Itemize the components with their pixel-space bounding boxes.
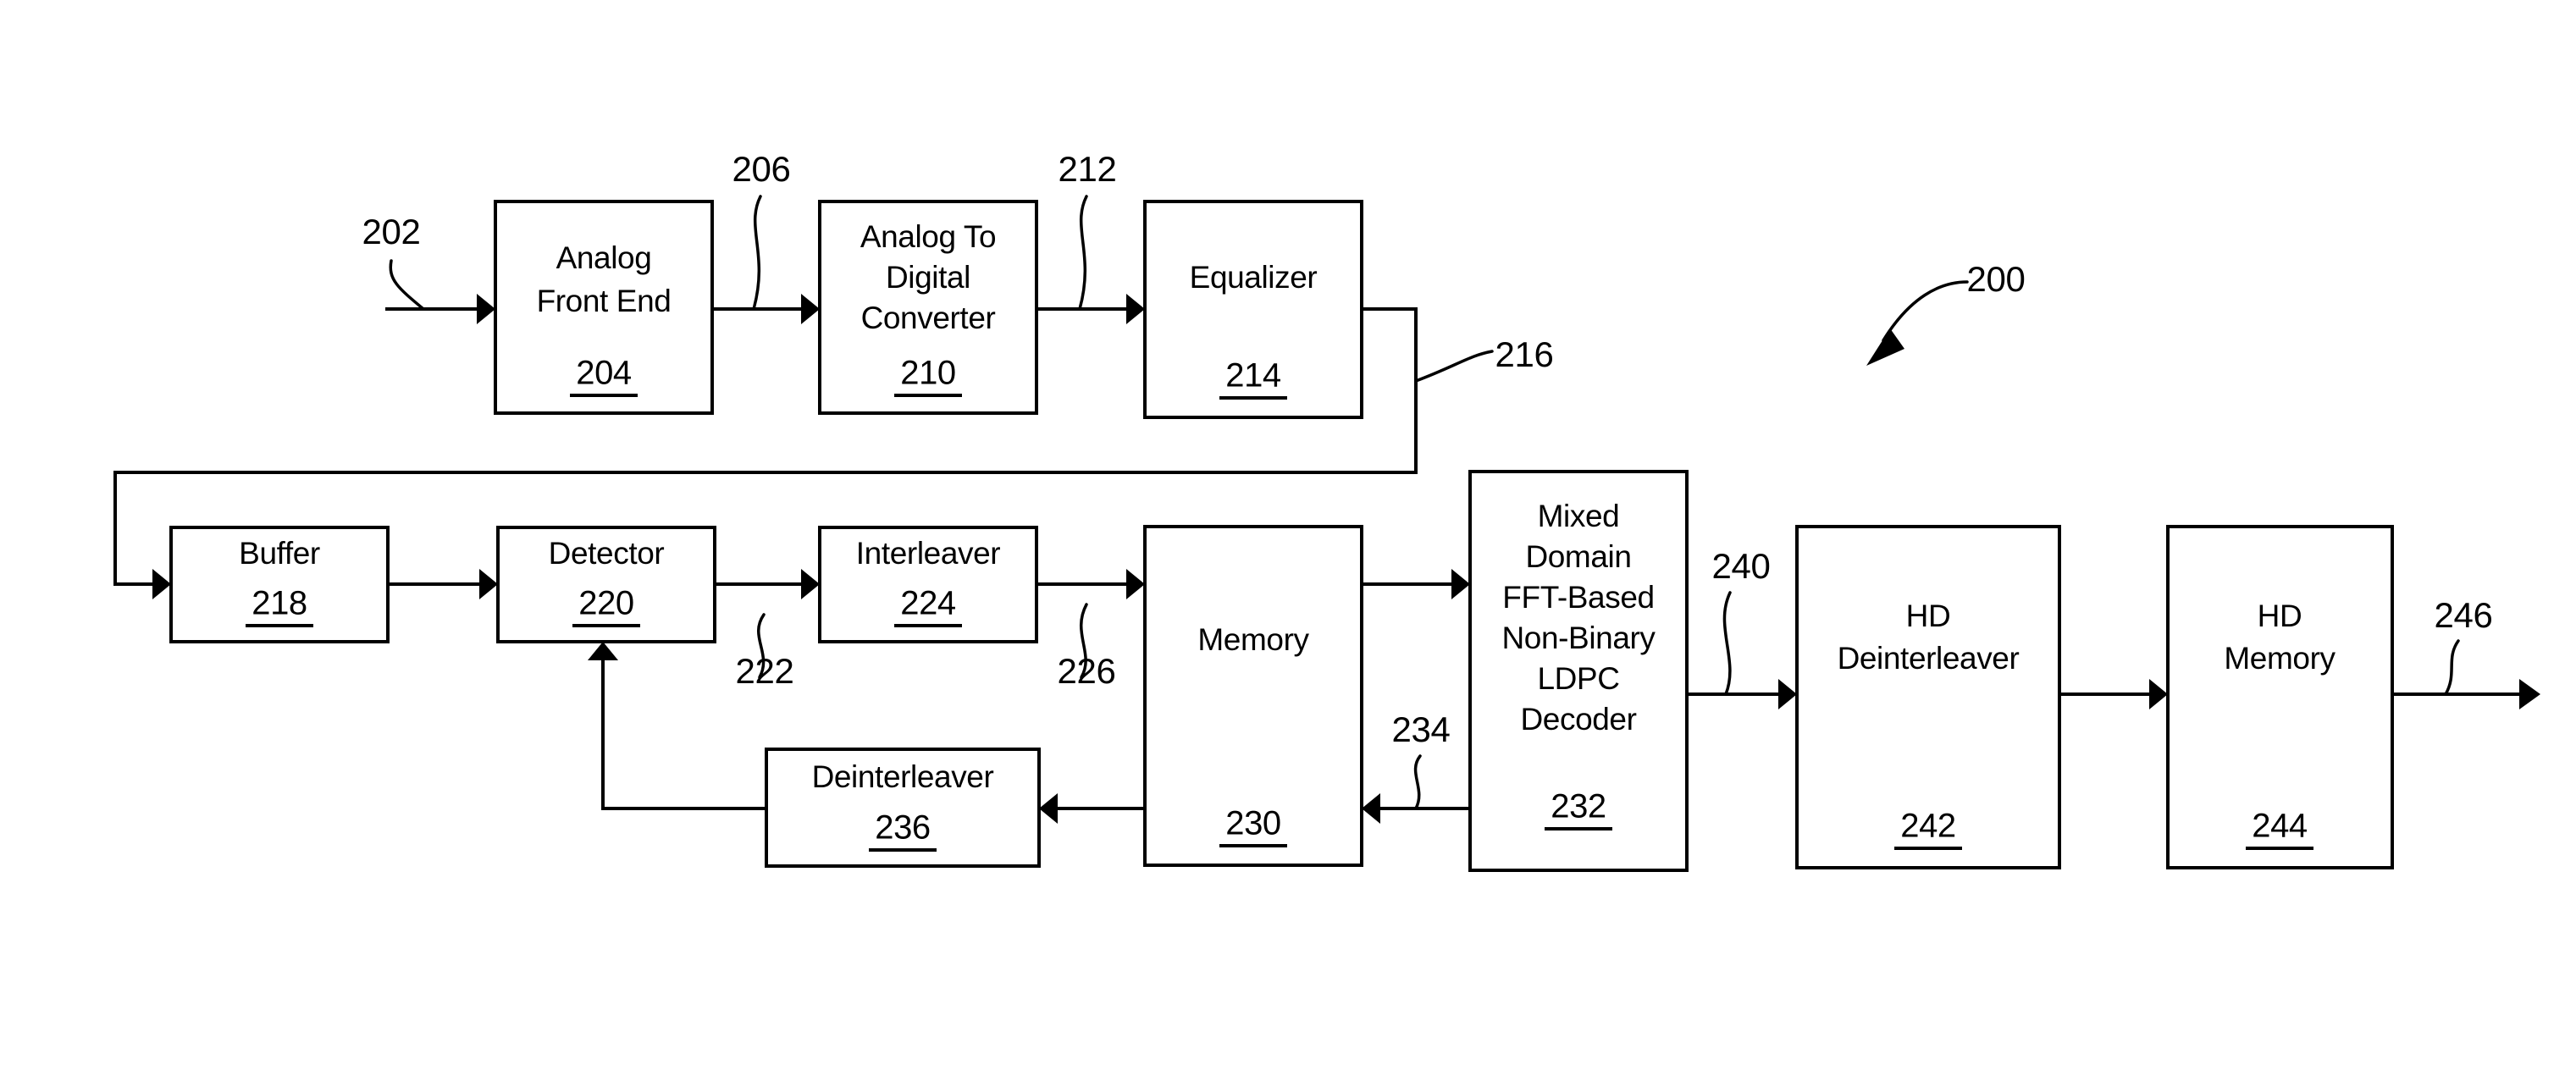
block-label-line: Non-Binary: [1501, 621, 1656, 655]
arrowhead-interleaver-to-memory: [1126, 569, 1145, 599]
block-ref-242: 242: [1900, 808, 1956, 845]
leader-216: [1414, 350, 1494, 383]
leader-206: [752, 195, 762, 311]
leader-246: [2444, 639, 2460, 696]
ref-numeral-246: 246: [2435, 595, 2493, 635]
block-ref-230: 230: [1225, 805, 1281, 842]
block-analog-to-digital-converter[interactable]: Analog To Digital Converter 210: [818, 200, 1038, 415]
block-mixed-domain-ldpc-decoder[interactable]: Mixed Domain FFT-Based Non-Binary LDPC D…: [1468, 470, 1689, 872]
block-label-line: HD: [2258, 599, 2302, 633]
arrowhead-figure-200: [1866, 328, 1904, 366]
block-layer: Analog Front End 204 Analog To Digital C…: [169, 200, 2394, 872]
arrowhead-hd-memory-output: [2519, 679, 2540, 709]
block-equalizer[interactable]: Equalizer 214: [1143, 200, 1363, 419]
block-label-line: Deinterleaver: [1838, 641, 2020, 676]
block-label-line: Decoder: [1520, 702, 1636, 737]
block-label-line: Analog To: [860, 219, 996, 254]
block-diagram-200: Analog Front End 204 Analog To Digital C…: [113, 149, 2540, 872]
block-analog-front-end[interactable]: Analog Front End 204: [494, 200, 714, 415]
arrowhead-input-to-afe: [477, 294, 495, 324]
ref-numeral-200: 200: [1967, 259, 2026, 299]
leader-234: [1413, 754, 1422, 810]
block-ref-224: 224: [900, 585, 956, 622]
ref-numeral-216: 216: [1495, 334, 1554, 374]
arrowhead-equalizer-to-buffer: [152, 569, 171, 599]
arrowhead-decoder-to-hd-deinterleaver: [1778, 679, 1797, 709]
ref-numeral-222: 222: [736, 651, 794, 691]
block-ref-232: 232: [1551, 788, 1606, 825]
ref-numeral-240: 240: [1712, 546, 1771, 586]
block-ref-236: 236: [875, 809, 931, 847]
leader-240: [1722, 591, 1732, 696]
block-label-line: Analog: [556, 240, 652, 275]
arrowhead-deinterleaver-to-detector: [588, 642, 618, 660]
block-label-line: FFT-Based: [1502, 580, 1654, 615]
leader-200: [1882, 280, 1969, 342]
ref-numeral-226: 226: [1058, 651, 1116, 691]
leader-202: [389, 259, 425, 311]
block-interleaver[interactable]: Interleaver 224: [818, 526, 1038, 643]
arrowhead-decoder-to-memory: [1362, 793, 1380, 824]
block-label-line: Interleaver: [856, 536, 1000, 571]
block-label-line: Detector: [549, 536, 665, 571]
block-ref-244: 244: [2252, 808, 2308, 845]
block-buffer[interactable]: Buffer 218: [169, 526, 390, 643]
block-label-line: Converter: [861, 301, 996, 335]
block-hd-deinterleaver[interactable]: HD Deinterleaver 242: [1795, 525, 2061, 869]
arrowhead-memory-to-decoder: [1451, 569, 1470, 599]
block-ref-214: 214: [1225, 357, 1281, 395]
block-label-line: LDPC: [1537, 661, 1619, 696]
block-label-line: Mixed: [1538, 499, 1620, 533]
arrowhead-detector-to-interleaver: [801, 569, 820, 599]
arrowhead-memory-to-deinterleaver: [1039, 793, 1058, 824]
arrowhead-afe-to-adc: [801, 294, 820, 324]
ref-numeral-212: 212: [1059, 149, 1117, 189]
block-label-line: Memory: [1197, 622, 1309, 657]
arrowhead-adc-to-equalizer: [1126, 294, 1145, 324]
ref-numeral-234: 234: [1392, 709, 1451, 749]
block-detector[interactable]: Detector 220: [496, 526, 716, 643]
ref-numeral-206: 206: [732, 149, 791, 189]
block-label-line: Buffer: [239, 536, 320, 571]
arrowhead-buffer-to-detector: [479, 569, 498, 599]
block-label-line: Equalizer: [1190, 260, 1318, 295]
block-hd-memory[interactable]: HD Memory 244: [2166, 525, 2394, 869]
block-label-line: Front End: [537, 284, 672, 318]
block-label-line: Deinterleaver: [812, 759, 994, 794]
block-ref-220: 220: [578, 585, 634, 622]
figure-canvas: Analog Front End 204 Analog To Digital C…: [0, 0, 2576, 1065]
ref-numeral-202: 202: [362, 212, 421, 251]
block-label-line: Digital: [886, 260, 970, 295]
block-ref-210: 210: [900, 355, 956, 392]
block-ref-218: 218: [252, 585, 307, 622]
block-memory[interactable]: Memory 230: [1143, 525, 1363, 867]
block-label-line: Domain: [1525, 539, 1631, 574]
block-label-line: Memory: [2224, 641, 2336, 676]
arrowhead-hd-deinterleaver-to-hd-memory: [2149, 679, 2168, 709]
leader-212: [1078, 195, 1088, 311]
block-deinterleaver[interactable]: Deinterleaver 236: [765, 748, 1041, 868]
block-ref-204: 204: [576, 355, 632, 392]
block-label-line: HD: [1906, 599, 1951, 633]
